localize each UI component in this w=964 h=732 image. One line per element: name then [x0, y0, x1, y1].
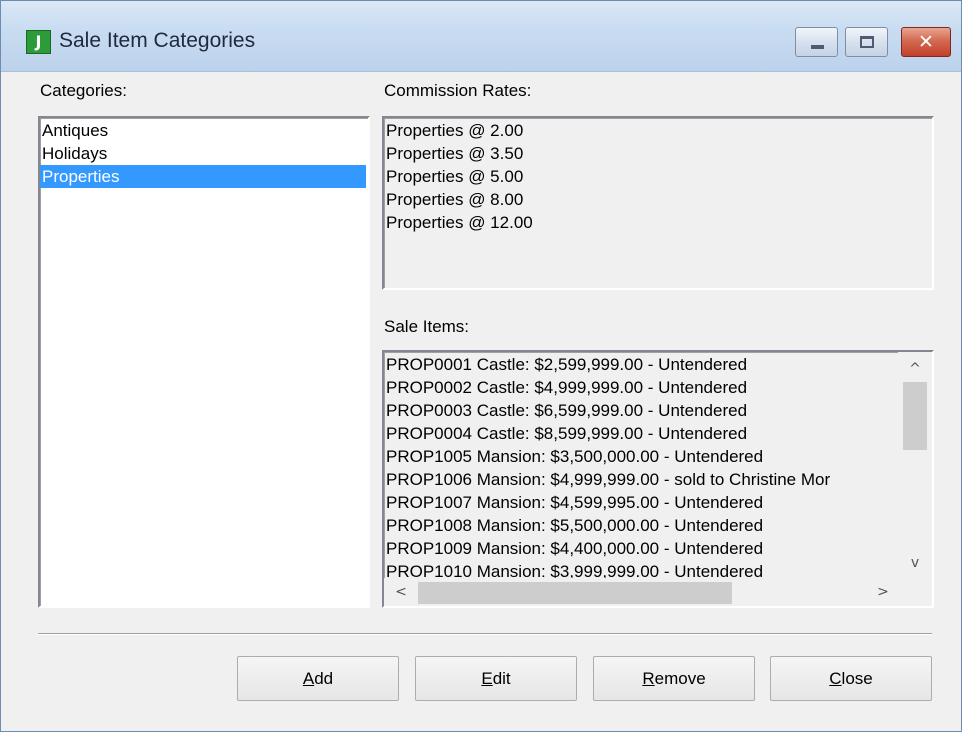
- categories-listbox[interactable]: Antiques Holidays Properties: [38, 116, 370, 608]
- category-item-antiques[interactable]: Antiques: [40, 119, 368, 142]
- scroll-down-arrow-icon[interactable]: v: [904, 552, 926, 574]
- add-button[interactable]: Add: [237, 656, 399, 701]
- close-window-button[interactable]: ✕: [901, 27, 951, 57]
- edit-button-label: dit: [492, 669, 511, 688]
- remove-button-accel: R: [642, 669, 655, 688]
- commission-rate-item[interactable]: Properties @ 3.50: [384, 142, 932, 165]
- app-icon: J: [26, 30, 51, 54]
- scroll-right-arrow-icon[interactable]: >: [872, 581, 894, 603]
- category-item-holidays[interactable]: Holidays: [40, 142, 368, 165]
- minimize-button[interactable]: [795, 27, 838, 57]
- maximize-button[interactable]: [845, 27, 888, 57]
- sale-items-listbox[interactable]: PROP0001 Castle: $2,599,999.00 - Untende…: [382, 350, 934, 608]
- sale-item[interactable]: PROP0003 Castle: $6,599,999.00 - Untende…: [384, 399, 898, 422]
- sale-item[interactable]: PROP0002 Castle: $4,999,999.00 - Untende…: [384, 376, 898, 399]
- vertical-scroll-thumb[interactable]: [903, 382, 927, 450]
- categories-label: Categories:: [40, 81, 127, 100]
- sale-items-label: Sale Items:: [384, 317, 470, 336]
- sale-item[interactable]: PROP0004 Castle: $8,599,999.00 - Untende…: [384, 422, 898, 445]
- category-item-properties[interactable]: Properties: [40, 165, 366, 188]
- title-bar[interactable]: J Sale Item Categories ✕: [1, 1, 961, 72]
- commission-rates-label: Commission Rates:: [384, 81, 532, 100]
- commission-rate-item[interactable]: Properties @ 2.00: [384, 119, 932, 142]
- vertical-scrollbar[interactable]: ^ v: [898, 352, 932, 578]
- minimize-icon: [811, 45, 824, 49]
- add-button-label: dd: [314, 669, 334, 688]
- sale-item[interactable]: PROP0001 Castle: $2,599,999.00 - Untende…: [384, 353, 898, 376]
- sale-item[interactable]: PROP1010 Mansion: $3,999,999.00 - Untend…: [384, 560, 898, 579]
- edit-button-accel: E: [481, 669, 493, 688]
- sale-item[interactable]: PROP1009 Mansion: $4,400,000.00 - Untend…: [384, 537, 898, 560]
- close-button[interactable]: Close: [770, 656, 932, 701]
- close-icon: ✕: [918, 31, 934, 53]
- scroll-up-arrow-icon[interactable]: ^: [904, 358, 926, 380]
- sale-item[interactable]: PROP1007 Mansion: $4,599,995.00 - Untend…: [384, 491, 898, 514]
- window-title: Sale Item Categories: [59, 29, 256, 52]
- commission-rate-item[interactable]: Properties @ 12.00: [384, 211, 932, 234]
- horizontal-scroll-thumb[interactable]: [418, 582, 732, 604]
- sale-item[interactable]: PROP1005 Mansion: $3,500,000.00 - Untend…: [384, 445, 898, 468]
- commission-rate-item[interactable]: Properties @ 8.00: [384, 188, 932, 211]
- scrollbar-corner: [898, 578, 932, 606]
- sale-item[interactable]: PROP1006 Mansion: $4,999,999.00 - sold t…: [384, 468, 898, 491]
- scroll-left-arrow-icon[interactable]: <: [390, 581, 412, 603]
- maximize-icon: [860, 36, 874, 48]
- remove-button[interactable]: Remove: [593, 656, 755, 701]
- commission-rate-item[interactable]: Properties @ 5.00: [384, 165, 932, 188]
- commission-rates-listbox[interactable]: Properties @ 2.00 Properties @ 3.50 Prop…: [382, 116, 934, 290]
- edit-button[interactable]: Edit: [415, 656, 577, 701]
- close-button-label: lose: [841, 669, 873, 688]
- sale-item[interactable]: PROP1008 Mansion: $5,500,000.00 - Untend…: [384, 514, 898, 537]
- horizontal-scrollbar[interactable]: < >: [384, 578, 898, 606]
- separator-line: [38, 633, 932, 635]
- add-button-accel: A: [302, 669, 315, 688]
- close-button-accel: C: [829, 669, 842, 688]
- remove-button-label: emove: [654, 669, 706, 688]
